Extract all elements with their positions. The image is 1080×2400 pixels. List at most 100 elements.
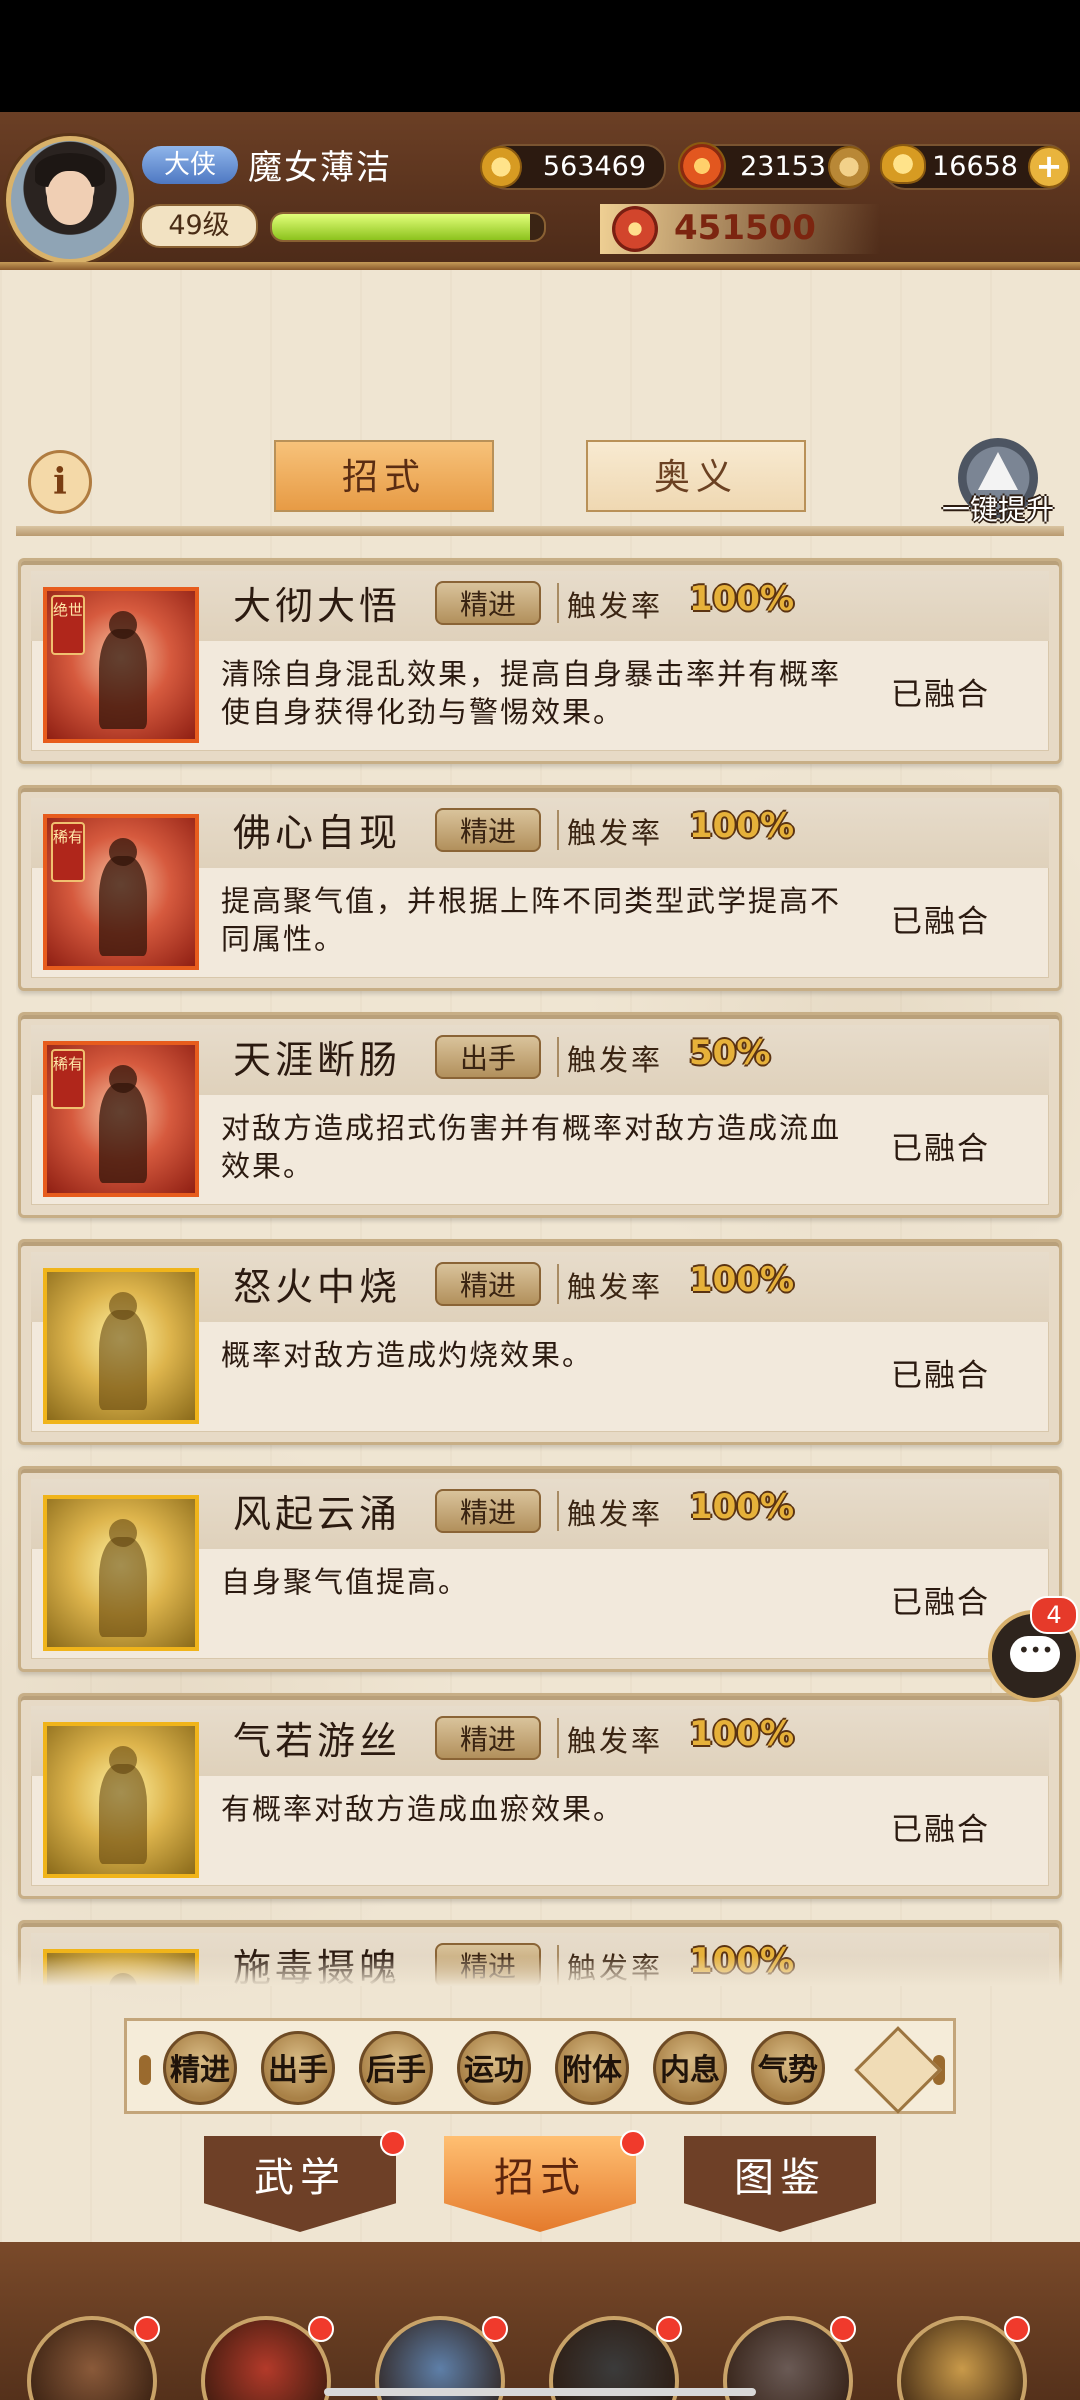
rarity-badge: 稀有 <box>51 822 85 882</box>
exp-bar-fill <box>272 214 531 240</box>
skill-type-tag: 精进 <box>435 808 541 852</box>
skill-card[interactable]: 绝世 大彻大悟 精进 触发率 100% 清除自身混乱效果，提高自身暴击率并有概率使自身获得… <box>18 558 1062 764</box>
trigger-rate-label: 触发率 <box>567 1270 664 1304</box>
trigger-rate-value: 100% <box>689 579 795 619</box>
rarity-badge: 稀有 <box>51 1049 85 1109</box>
skill-type-tag: 精进 <box>435 1489 541 1533</box>
tab-zhaoshi[interactable]: 招式 <box>274 440 494 512</box>
skill-type-filter-bar: 精进 出手 后手 运功 附体 内息 气势 <box>124 2018 956 2114</box>
nav-juese-red-dot <box>656 2316 682 2342</box>
section-tab-wuxue[interactable]: 武学 <box>204 2136 396 2232</box>
divider <box>557 1718 559 1758</box>
skill-portrait-icon[interactable]: 稀有 <box>43 1041 199 1197</box>
filter-button[interactable]: 精进 <box>163 2031 237 2105</box>
trigger-rate-label: 触发率 <box>567 1043 664 1077</box>
section-tab-zhaoshi[interactable]: 招式 <box>444 2136 636 2232</box>
trigger-rate-value: 100% <box>689 806 795 846</box>
trigger-rate-label: 触发率 <box>567 1724 664 1758</box>
copper-value: 563469 <box>542 151 646 182</box>
skill-portrait-icon[interactable] <box>43 1722 199 1878</box>
skill-portrait-icon[interactable] <box>43 1268 199 1424</box>
fusion-status: 已融合 <box>891 1585 990 1621</box>
skill-type-tag: 出手 <box>435 1035 541 1079</box>
gold-value: 16658 <box>932 151 1018 182</box>
skill-description: 提高聚气值，并根据上阵不同类型武学提高不同属性。 <box>221 884 842 956</box>
copper-coin-icon <box>480 146 522 188</box>
chat-unread-count: 4 <box>1030 1596 1078 1634</box>
trigger-rate-value: 100% <box>689 1260 795 1300</box>
divider <box>557 583 559 623</box>
skill-portrait-icon[interactable]: 稀有 <box>43 814 199 970</box>
player-header: 大侠 魔女薄洁 49级 563469 23153 16658 + 451500 <box>0 112 1080 270</box>
list-bottom-fade <box>16 1956 1064 1986</box>
shard-value: 23153 <box>740 151 826 182</box>
filter-button[interactable]: 附体 <box>555 2031 629 2105</box>
figure-body-icon <box>99 1083 147 1183</box>
skill-description: 自身聚气值提高。 <box>221 1565 470 1599</box>
skill-name: 佛心自现 <box>233 811 402 855</box>
power-flame-icon <box>612 206 658 252</box>
figure-body-icon <box>99 1764 147 1864</box>
divider <box>557 1491 559 1531</box>
nav-lilian-red-dot <box>134 2316 160 2342</box>
skill-name: 怒火中烧 <box>233 1265 402 1309</box>
filter-button[interactable]: 内息 <box>653 2031 727 2105</box>
filter-button[interactable]: 后手 <box>359 2031 433 2105</box>
skill-description: 对敌方造成招式伤害并有概率对敌方造成流血效果。 <box>221 1111 842 1183</box>
zhaoshi-tab-red-dot <box>620 2130 646 2156</box>
bar-end-left <box>139 2055 151 2085</box>
nav-wuxue-red-dot <box>1004 2316 1030 2342</box>
skill-card[interactable]: 风起云涌 精进 触发率 100% 自身聚气值提高。 已融合 <box>18 1466 1062 1672</box>
trigger-rate-value: 100% <box>689 1714 795 1754</box>
power-value: 451500 <box>674 208 816 248</box>
figure-body-icon <box>99 1537 147 1637</box>
player-level: 49级 <box>140 204 258 248</box>
skill-portrait-icon[interactable]: 绝世 <box>43 587 199 743</box>
trigger-rate-value: 50% <box>689 1033 771 1073</box>
skill-type-tag: 精进 <box>435 1716 541 1760</box>
home-indicator <box>324 2388 756 2396</box>
info-button[interactable]: i <box>28 450 92 514</box>
nav-wangcheng-red-dot <box>308 2316 334 2342</box>
skill-name: 气若游丝 <box>233 1719 402 1763</box>
divider <box>557 810 559 850</box>
fusion-status: 已融合 <box>891 1358 990 1394</box>
filter-button[interactable]: 运功 <box>457 2031 531 2105</box>
gold-ingot-icon <box>880 144 926 184</box>
filter-button[interactable]: 气势 <box>751 2031 825 2105</box>
skill-card[interactable]: 稀有 佛心自现 精进 触发率 100% 提高聚气值，并根据上阵不同类型武学提高不同属性。 已… <box>18 785 1062 991</box>
figure-body-icon <box>99 1310 147 1410</box>
skill-list[interactable]: 绝世 大彻大悟 精进 触发率 100% 清除自身混乱效果，提高自身暴击率并有概率使自身获得… <box>16 526 1064 1986</box>
exp-bar <box>270 212 546 242</box>
silver-ingot-icon <box>828 146 870 188</box>
skill-card[interactable]: 怒火中烧 精进 触发率 100% 概率对敌方造成灼烧效果。已融合 <box>18 1239 1062 1445</box>
skill-card[interactable]: 气若游丝 精进 触发率 100% 有概率对敌方造成血瘀效果。 已融合 <box>18 1693 1062 1899</box>
filter-button[interactable]: 出手 <box>261 2031 335 2105</box>
rarity-badge: 绝世 <box>51 595 85 655</box>
one-click-upgrade-label[interactable]: 一键提升 <box>928 488 1068 528</box>
add-gold-plus-icon[interactable]: + <box>1028 146 1070 188</box>
skill-portrait-icon[interactable] <box>43 1495 199 1651</box>
rank-badge: 大侠 <box>142 146 238 184</box>
fusion-status: 已融合 <box>891 1131 990 1167</box>
divider <box>557 1037 559 1077</box>
wuxue-tab-red-dot <box>380 2130 406 2156</box>
tab-aoyi[interactable]: 奥义 <box>586 440 806 512</box>
list-top-border <box>16 526 1064 536</box>
trigger-rate-label: 触发率 <box>567 1497 664 1531</box>
figure-body-icon <box>99 856 147 956</box>
fusion-status: 已融合 <box>891 904 990 940</box>
skill-name: 风起云涌 <box>233 1492 402 1536</box>
divider <box>557 1264 559 1304</box>
figure-body-icon <box>99 629 147 729</box>
section-tab-tujian[interactable]: 图鉴 <box>684 2136 876 2232</box>
skill-name: 大彻大悟 <box>233 584 402 628</box>
skill-description: 有概率对敌方造成血瘀效果。 <box>221 1792 625 1826</box>
player-avatar[interactable] <box>6 136 134 264</box>
skill-card[interactable]: 稀有 天涯断肠 出手 触发率 50% 对敌方造成招式伤害并有概率对敌方造成流血效果。 已融合 <box>18 1012 1062 1218</box>
screen: 大侠 魔女薄洁 49级 563469 23153 16658 + 451500 … <box>0 112 1080 2400</box>
nav-bangpai-red-dot <box>830 2316 856 2342</box>
skill-type-tag: 精进 <box>435 1262 541 1306</box>
skill-description: 概率对敌方造成灼烧效果。 <box>221 1338 594 1372</box>
filter-collapse-icon[interactable] <box>854 2026 942 2114</box>
